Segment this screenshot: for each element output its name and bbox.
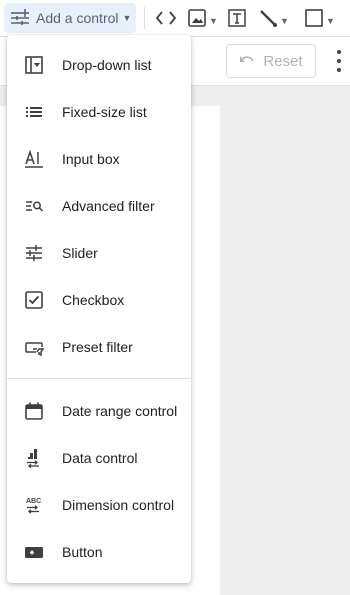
code-embed-icon: [155, 8, 177, 33]
calendar-icon: [23, 400, 45, 422]
reset-label: Reset: [263, 52, 303, 70]
menu-item-fixed-size-list[interactable]: Fixed-size list: [7, 92, 191, 132]
menu-item-label: Fixed-size list: [62, 104, 147, 120]
menu-item-dimension-control[interactable]: ABC Dimension control: [7, 485, 191, 525]
dropdown-list-icon: [23, 54, 45, 76]
image-button[interactable]: ▼: [187, 8, 218, 33]
menu-item-advanced-filter[interactable]: Advanced filter: [7, 186, 191, 226]
text-box-button[interactable]: [227, 8, 247, 33]
advanced-filter-icon: [23, 195, 45, 217]
menu-item-dropdown-list[interactable]: Drop-down list: [7, 45, 191, 85]
add-control-menu: Drop-down list Fixed-size list Input box…: [7, 35, 191, 583]
menu-item-label: Checkbox: [62, 292, 125, 308]
line-button[interactable]: ▼: [258, 8, 289, 33]
chevron-down-icon: ▼: [280, 15, 289, 26]
menu-item-label: Dimension control: [62, 497, 175, 513]
menu-item-date-range-control[interactable]: Date range control: [7, 391, 191, 431]
button-icon: [23, 541, 45, 563]
dimension-control-icon: ABC: [23, 494, 45, 516]
fixed-size-list-icon: [23, 101, 45, 123]
undo-icon: [239, 53, 255, 70]
menu-item-data-control[interactable]: Data control: [7, 438, 191, 478]
menu-item-preset-filter[interactable]: Preset filter: [7, 327, 191, 367]
menu-item-button[interactable]: Button: [7, 532, 191, 572]
line-icon: [258, 8, 278, 33]
menu-item-label: Button: [62, 544, 103, 560]
menu-item-label: Data control: [62, 450, 138, 466]
reset-button[interactable]: Reset: [226, 44, 316, 78]
chevron-down-icon: ▼: [209, 15, 218, 26]
more-options-icon[interactable]: [334, 50, 344, 72]
menu-item-label: Slider: [62, 245, 98, 261]
menu-item-checkbox[interactable]: Checkbox: [7, 280, 191, 320]
menu-item-label: Advanced filter: [62, 198, 155, 214]
svg-text:ABC: ABC: [26, 498, 41, 505]
image-icon: [187, 8, 207, 33]
text-box-icon: [227, 8, 247, 33]
menu-item-input-box[interactable]: Input box: [7, 139, 191, 179]
input-box-icon: [23, 148, 45, 170]
chevron-down-icon: ▼: [122, 13, 132, 23]
add-control-label: Add a control: [36, 10, 119, 26]
toolbar-divider: [144, 7, 145, 29]
chevron-down-icon: ▼: [326, 15, 335, 26]
menu-item-label: Date range control: [62, 403, 178, 419]
rectangle-button[interactable]: ▼: [304, 8, 335, 33]
rectangle-icon: [304, 8, 324, 33]
data-control-icon: [23, 447, 45, 469]
add-control-button[interactable]: Add a control ▼: [4, 3, 136, 33]
code-embed-button[interactable]: [155, 8, 177, 33]
add-control-icon: [10, 8, 30, 29]
menu-item-label: Preset filter: [62, 339, 133, 355]
menu-divider: [7, 378, 191, 379]
toolbar: Add a control ▼ ▼ ▼ ▼: [0, 0, 350, 37]
menu-item-label: Input box: [62, 151, 120, 167]
menu-item-slider[interactable]: Slider: [7, 233, 191, 273]
menu-item-label: Drop-down list: [62, 57, 152, 73]
preset-filter-icon: [23, 336, 45, 358]
slider-icon: [23, 242, 45, 264]
checkbox-icon: [23, 289, 45, 311]
